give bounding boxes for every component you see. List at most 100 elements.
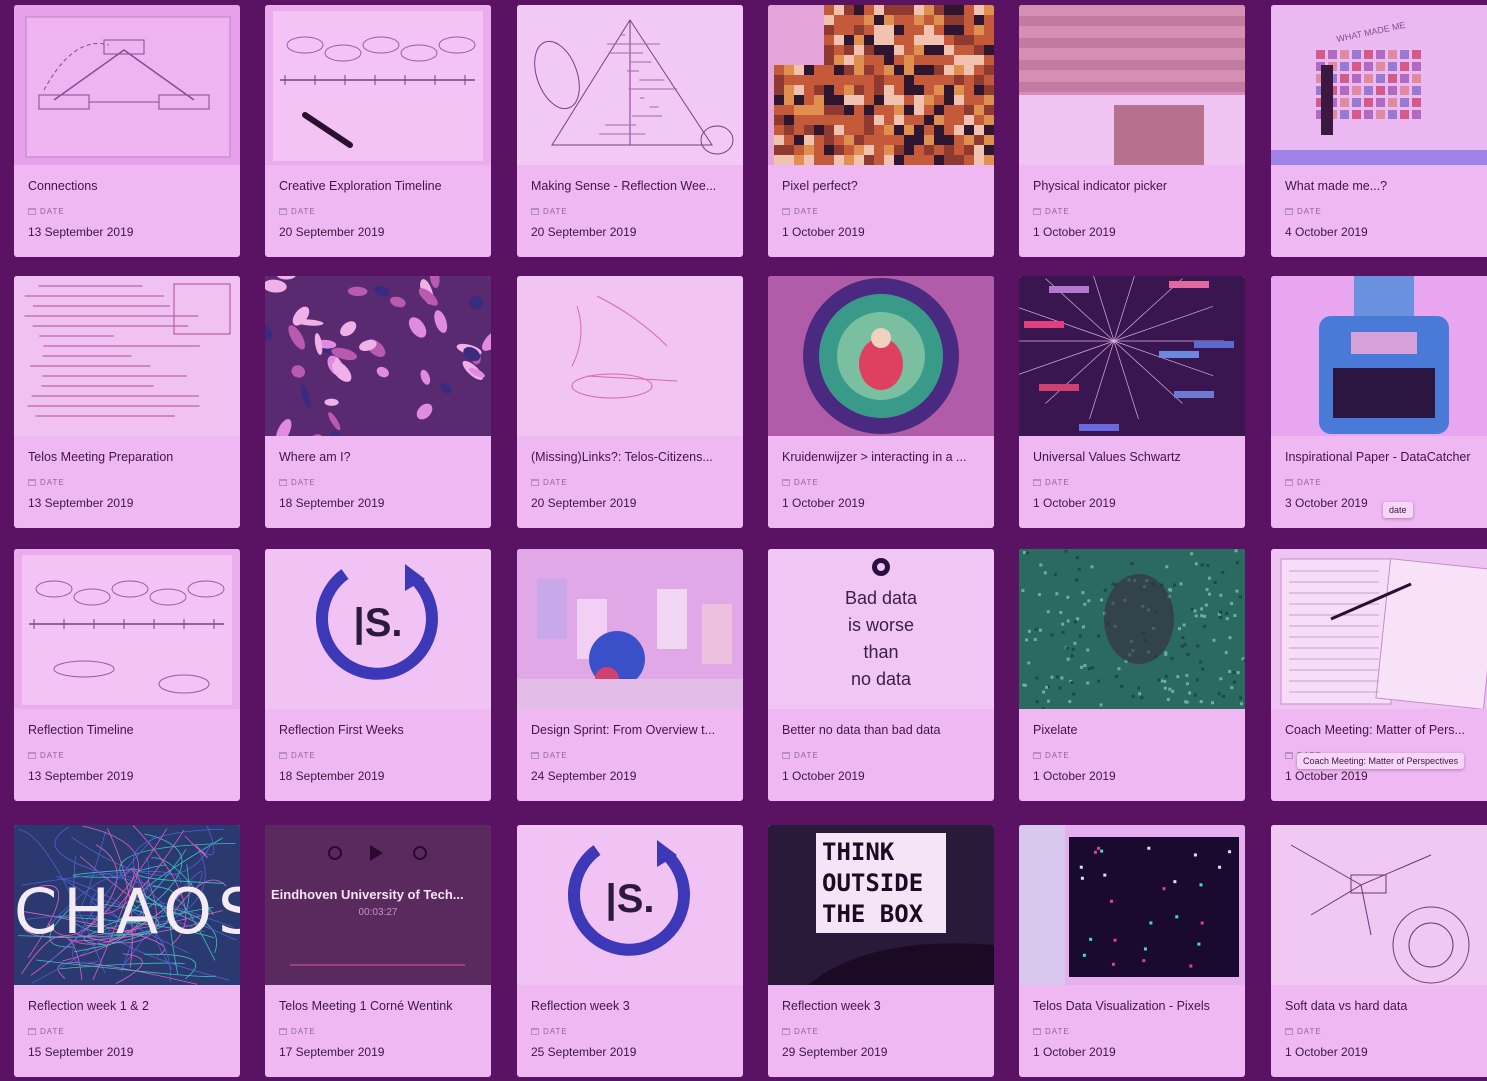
gallery-card[interactable]: Universal Values Schwartz DATE 1 October 2… [1019, 276, 1245, 528]
photo-thumbnail: CHAOS [14, 825, 240, 985]
calendar-icon [28, 752, 36, 759]
calendar-icon [28, 1028, 36, 1035]
photo-thumbnail [517, 549, 743, 709]
card-title: Where am I? [279, 450, 351, 464]
card-date: 25 September 2019 [531, 1045, 637, 1059]
card-date: 1 October 2019 [1033, 225, 1116, 239]
property-label-text: DATE [40, 1027, 65, 1036]
property-label-text: DATE [1045, 478, 1070, 487]
date-property-label: DATE [531, 478, 568, 487]
gallery-card[interactable]: WHAT MADE ME What made me...? DATE 4 Octobe… [1271, 5, 1487, 257]
gallery-card[interactable]: Telos Data Visualization - Pixels DATE 1 O… [1019, 825, 1245, 1077]
card-date: 13 September 2019 [28, 225, 134, 239]
gallery-card[interactable]: Design Sprint: From Overview t... DATE 24 … [517, 549, 743, 801]
property-label-text: DATE [794, 751, 819, 760]
calendar-icon [279, 752, 287, 759]
property-label-text: DATE [1297, 478, 1322, 487]
gallery-card[interactable]: CHAOS Reflection week 1 & 2 DATE 15 Septemb… [14, 825, 240, 1077]
date-property-label: DATE [1285, 207, 1322, 216]
calendar-icon [782, 1028, 790, 1035]
gallery-card[interactable]: Eindhoven University of Tech... 00:03:27 T… [265, 825, 491, 1077]
calendar-icon [1285, 479, 1293, 486]
gallery-card[interactable]: Connections DATE 13 September 2019 [14, 5, 240, 257]
card-date: 1 October 2019 [782, 496, 865, 510]
gallery-card[interactable]: Pixel perfect? DATE 1 October 2019 [768, 5, 994, 257]
photo-thumbnail: WHAT MADE ME [1271, 5, 1487, 165]
audio-timestamp: 00:03:27 [358, 907, 398, 918]
calendar-icon [531, 208, 539, 215]
property-label-text: DATE [40, 751, 65, 760]
photo-thumbnail [768, 5, 994, 165]
card-date: 3 October 2019 [1285, 496, 1368, 510]
date-property-label: DATE [531, 207, 568, 216]
logo-thumbnail: |S. [265, 549, 491, 709]
audio-thumbnail: Eindhoven University of Tech... 00:03:27 [265, 825, 491, 985]
gallery-card[interactable]: Physical indicator picker DATE 1 October 2… [1019, 5, 1245, 257]
card-date: 1 October 2019 [782, 225, 865, 239]
card-date: 1 October 2019 [1033, 1045, 1116, 1059]
property-label-text: DATE [1045, 1027, 1070, 1036]
property-label-text: DATE [1045, 751, 1070, 760]
photo-thumbnail [1271, 276, 1487, 436]
card-date: 15 September 2019 [28, 1045, 134, 1059]
gallery-card[interactable]: Inspirational Paper - DataCatcher DATE 3 O… [1271, 276, 1487, 528]
thumbnail-quote: Bad data is worse than no data [768, 585, 994, 693]
card-title: Making Sense - Reflection Wee... [531, 179, 717, 193]
date-property-label: DATE [279, 1027, 316, 1036]
date-property-label: DATE [782, 207, 819, 216]
screenshot-thumbnail [1019, 825, 1245, 985]
card-date: 4 October 2019 [1285, 225, 1368, 239]
sketch-thumbnail [14, 276, 240, 436]
property-label-text: DATE [794, 207, 819, 216]
property-label-text: DATE [291, 207, 316, 216]
gallery-card[interactable]: Making Sense - Reflection Wee... DATE 20 S… [517, 5, 743, 257]
gallery-card[interactable]: (Missing)Links?: Telos-Citizens... DATE 20… [517, 276, 743, 528]
gallery-card[interactable]: Telos Meeting Preparation DATE 13 Septembe… [14, 276, 240, 528]
date-property-label: DATE [28, 1027, 65, 1036]
property-label-text: DATE [543, 751, 568, 760]
gallery-card[interactable]: Reflection Timeline DATE 13 September 2019 [14, 549, 240, 801]
gallery-card[interactable]: Coach Meeting: Matter of Pers...DATE1 Oc… [1271, 549, 1487, 801]
card-title: Telos Meeting 1 Corné Wentink [279, 999, 453, 1013]
card-date: 1 October 2019 [782, 769, 865, 783]
date-property-label: DATE [28, 751, 65, 760]
gallery-card[interactable]: Soft data vs hard data DATE 1 October 2019 [1271, 825, 1487, 1077]
card-date: 1 October 2019 [1285, 1045, 1368, 1059]
card-title: Better no data than bad data [782, 723, 941, 737]
date-property-label: DATE [782, 478, 819, 487]
gallery-card[interactable]: Creative Exploration Timeline DATE 20 Sept… [265, 5, 491, 257]
card-title: Pixel perfect? [782, 179, 858, 193]
property-label-text: DATE [543, 207, 568, 216]
quote-line: Bad data [844, 588, 918, 608]
photo-thumbnail [265, 276, 491, 436]
date-property-label: DATE [1033, 1027, 1070, 1036]
date-property-label: DATE [531, 1027, 568, 1036]
gallery-card[interactable]: THINK OUTSIDE THE BOX Reflection week 3 DATE… [768, 825, 994, 1077]
date-property-label: DATE [28, 207, 65, 216]
date-property-label: DATE [1033, 478, 1070, 487]
card-title: Design Sprint: From Overview t... [531, 723, 716, 737]
card-date: 24 September 2019 [531, 769, 637, 783]
card-date: 1 October 2019 [1285, 769, 1368, 783]
calendar-icon [1033, 208, 1041, 215]
thumbnail-caption: Eindhoven University of Tech... [271, 887, 464, 902]
calendar-icon [531, 752, 539, 759]
gallery-card[interactable]: |S. Reflection week 3 DATE 25 September 201… [517, 825, 743, 1077]
date-property-label: DATE [279, 478, 316, 487]
gallery-card[interactable]: Bad data is worse than no data Better no dat… [768, 549, 994, 801]
card-date: 17 September 2019 [279, 1045, 385, 1059]
property-label-text: DATE [543, 478, 568, 487]
gallery-card[interactable]: Where am I? DATE 18 September 2019 [265, 276, 491, 528]
calendar-icon [1285, 208, 1293, 215]
thumbnail-caption: |S. [353, 601, 403, 645]
card-title: Soft data vs hard data [1285, 999, 1408, 1013]
gallery-card[interactable]: |S. Reflection First Weeks DATE 18 Septembe… [265, 549, 491, 801]
gallery-card[interactable]: Pixelate DATE 1 October 2019 [1019, 549, 1245, 801]
photo-thumbnail [768, 276, 994, 436]
quote-line: no data [850, 669, 912, 689]
gallery-card[interactable]: Kruidenwijzer > interacting in a ... DATE… [768, 276, 994, 528]
calendar-icon [1285, 1028, 1293, 1035]
card-date: 20 September 2019 [531, 496, 637, 510]
property-label-text: DATE [40, 207, 65, 216]
quote-line: THINK [822, 838, 895, 866]
